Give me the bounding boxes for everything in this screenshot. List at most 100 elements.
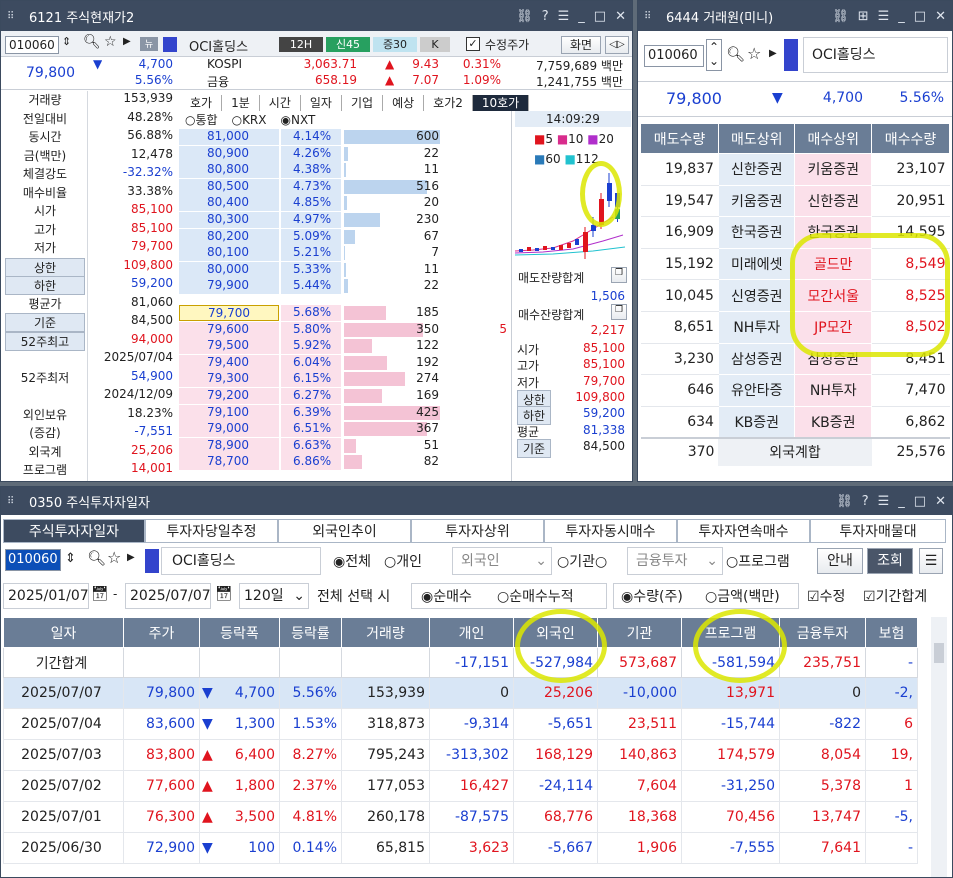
stat-label[interactable]: 기준 — [517, 438, 551, 458]
broker-window-titlebar[interactable]: ⠿ 6444 거래원(미니) ⛓ ⊞ ☰ _ □ ✕ — [638, 1, 952, 31]
link-icon[interactable]: ⛓ — [516, 9, 533, 24]
arrow-right-icon[interactable]: ▶ — [769, 48, 777, 59]
calendar-icon[interactable]: 📅︎ — [91, 586, 109, 602]
market-radio-2[interactable]: ◉NXT — [281, 113, 316, 127]
guide-button[interactable]: 안내 — [817, 548, 863, 574]
column-header[interactable]: 보험 — [865, 617, 918, 648]
bid-price[interactable]: 79,100 — [179, 404, 279, 421]
broker-row[interactable]: 19,547 키움증권 신한증권 20,951 — [640, 184, 950, 218]
radio-institution[interactable]: ○기관○ — [557, 551, 607, 571]
ask-price[interactable]: 80,800 — [179, 162, 279, 179]
column-header[interactable]: 주가 — [123, 617, 200, 648]
radio-net-cum[interactable]: ○순매수누적 — [497, 586, 574, 606]
help-icon[interactable]: ? — [862, 494, 869, 509]
column-header[interactable]: 개인 — [429, 617, 514, 648]
column-header[interactable]: 기관 — [597, 617, 682, 648]
spin-icon[interactable]: ⌃ ⌄ — [706, 39, 722, 71]
period-select[interactable]: 120일 ⌄ — [239, 583, 309, 609]
ask-price[interactable]: 80,500 — [179, 178, 279, 195]
bid-price[interactable]: 79,200 — [179, 388, 279, 404]
table-row[interactable]: 2025/07/02 77,600 ▲ 1,800 2.37% 177,053 16,427… — [3, 770, 918, 802]
ask-price[interactable]: 80,900 — [179, 145, 279, 162]
broker-row[interactable]: 16,909 한국증권 한국증권 14,595 — [640, 216, 950, 249]
tab-5[interactable]: 투자자연속매수 — [677, 519, 810, 543]
menu-list-icon[interactable]: ☰ — [919, 548, 943, 574]
table-row[interactable]: 2025/07/01 76,300 ▲ 3,500 4.81% 260,178 -87,57… — [3, 801, 918, 833]
bid-price[interactable]: 79,600 — [179, 321, 279, 338]
link-icon[interactable]: ⛓ — [832, 9, 849, 24]
radio-net-buy[interactable]: ◉순매수 — [421, 586, 472, 606]
ask-price[interactable]: 80,000 — [179, 261, 279, 278]
arrow-right-icon[interactable]: ▶ — [123, 36, 131, 47]
bid-price[interactable]: 79,500 — [179, 338, 279, 355]
table-row[interactable]: 2025/07/07 79,800 ▼ 4,700 5.56% 153,939 0 25,20… — [3, 677, 918, 709]
column-header[interactable]: 거래량 — [341, 617, 430, 648]
column-header[interactable]: 등락폭 — [199, 617, 280, 648]
market-radio-0[interactable]: ○통합 — [185, 113, 218, 127]
broker-row[interactable]: 10,045 신영증권 모간서울 8,525 — [640, 279, 950, 312]
broker-row[interactable]: 646 유안타증 NH투자 7,470 — [640, 374, 950, 407]
info-label[interactable]: 기준 — [5, 313, 85, 332]
bid-price[interactable]: 78,900 — [179, 437, 279, 454]
ask-total-button[interactable]: ❐ — [611, 267, 627, 283]
tab-1[interactable]: 투자자당일추정 — [145, 519, 278, 543]
stock-code-input[interactable]: 010060 — [5, 549, 61, 571]
bid-price[interactable]: 79,700 — [179, 305, 279, 321]
ask-price[interactable]: 79,900 — [179, 278, 279, 295]
stock-code-input[interactable]: 010060 — [644, 45, 704, 67]
quote-window-titlebar[interactable]: ⠿ 6121 주식현재가2 ⛓ ? ☰ _ □ ✕ — [1, 1, 632, 31]
date-to-input[interactable]: 2025/07/07 — [125, 583, 211, 609]
link-icon[interactable]: ⛓ — [836, 494, 853, 509]
menu-icon[interactable]: ☰ — [558, 9, 570, 24]
bid-price[interactable]: 78,700 — [179, 454, 279, 471]
adjusted-price-checkbox[interactable]: ✓ — [466, 37, 480, 51]
info-label[interactable]: 하한 — [5, 276, 85, 295]
column-header[interactable]: 프로그램 — [681, 617, 780, 648]
tab-1[interactable]: 1분 — [222, 95, 260, 111]
calendar-icon[interactable]: 📅︎ — [215, 586, 233, 602]
period-sum-checkbox[interactable]: ☑기간합계 — [863, 586, 927, 606]
spin-icon[interactable]: ⇕ — [62, 35, 71, 48]
bid-price[interactable]: 79,000 — [179, 421, 279, 438]
broker-row[interactable]: 8,651 NH투자 JP모간 8,502 — [640, 310, 950, 344]
column-header[interactable]: 일자 — [3, 617, 124, 648]
grid-icon[interactable]: ⊞ — [858, 9, 869, 24]
bid-price[interactable]: 79,300 — [179, 371, 279, 388]
star-icon[interactable]: ☆ — [747, 44, 761, 63]
foreign-select[interactable]: 외국인 ⌄ — [452, 547, 552, 575]
search-icon[interactable]: 🔍︎ — [726, 45, 745, 63]
ask-price[interactable]: 80,200 — [179, 228, 279, 245]
ask-price[interactable]: 80,100 — [179, 245, 279, 262]
menu-icon[interactable]: ☰ — [878, 9, 890, 24]
search-icon[interactable]: 🔍︎ — [83, 34, 101, 50]
tab-2[interactable]: 시간 — [260, 95, 301, 111]
tab-0[interactable]: 주식투자자일자 — [3, 519, 145, 543]
tab-5[interactable]: 예상 — [383, 95, 425, 111]
radio-personal[interactable]: ○개인 — [384, 551, 422, 571]
column-header[interactable]: 외국인 — [513, 617, 598, 648]
table-row[interactable]: 2025/06/30 72,900 ▼ 100 0.14% 65,815 3,623 -5,6… — [3, 832, 918, 864]
ask-price[interactable]: 81,000 — [179, 129, 279, 145]
maximize-icon[interactable]: □ — [914, 9, 926, 24]
close-icon[interactable]: ✕ — [615, 9, 626, 24]
broker-row[interactable]: 19,837 신한증권 키움증권 23,107 — [640, 153, 950, 186]
tab-0[interactable]: 호가 — [181, 95, 223, 111]
radio-quantity[interactable]: ◉수량(주) — [621, 586, 683, 606]
adjust-checkbox[interactable]: ☑수정 — [807, 586, 845, 606]
ask-price[interactable]: 80,400 — [179, 195, 279, 212]
market-radio-1[interactable]: ○KRX — [232, 113, 267, 127]
tab-2[interactable]: 외국인추이 — [278, 519, 411, 543]
broker-row[interactable]: 3,230 삼성증권 삼성증권 8,451 — [640, 342, 950, 376]
arrow-right-icon[interactable]: ▶ — [127, 552, 135, 563]
column-header[interactable]: 금융투자 — [779, 617, 866, 648]
help-icon[interactable]: ? — [542, 9, 549, 24]
table-row[interactable]: 2025/07/03 83,800 ▲ 6,400 8.27% 795,243 -313,3… — [3, 739, 918, 771]
radio-all[interactable]: ◉전체 — [333, 551, 371, 571]
spin-icon[interactable]: ⇕ — [65, 551, 76, 566]
tab-7[interactable]: 10호가 — [472, 95, 530, 111]
info-label[interactable]: 상한 — [5, 257, 85, 277]
star-icon[interactable]: ☆ — [107, 548, 121, 567]
search-button[interactable]: 조회 — [867, 548, 913, 574]
bid-total-button[interactable]: ❐ — [611, 304, 627, 320]
tab-3[interactable]: 투자자상위 — [411, 519, 544, 543]
